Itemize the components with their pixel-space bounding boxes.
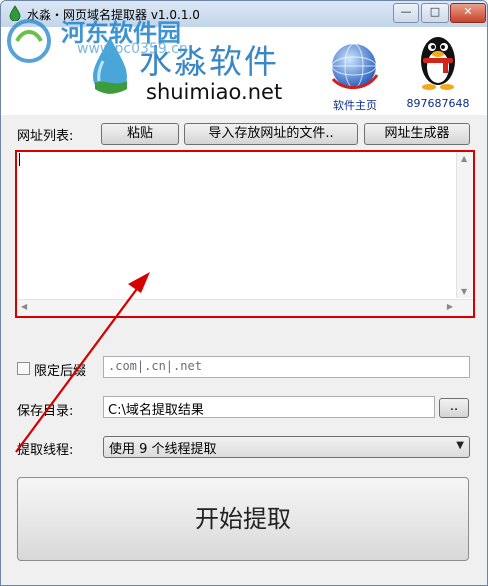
scroll-up-icon[interactable]: ▲ xyxy=(461,154,467,163)
homepage-link[interactable]: 软件主页 xyxy=(319,31,391,113)
app-window: 水淼・网页域名提取器 v1.0.1.0 — □ ✕ 水淼软件 shuimiao.… xyxy=(0,0,488,586)
close-button[interactable]: ✕ xyxy=(450,3,486,23)
scroll-down-icon[interactable]: ▼ xyxy=(461,287,467,296)
chevron-down-icon: ▼ xyxy=(456,440,464,451)
threads-label: 提取线程: xyxy=(17,443,74,458)
suffix-checkbox[interactable] xyxy=(17,362,30,375)
client-area: 水淼软件 shuimiao.net 河东软件园 www.pc0359.cn 软件… xyxy=(1,19,487,585)
browse-button[interactable]: .. xyxy=(439,398,469,418)
qq-penguin-icon xyxy=(421,37,455,90)
close-icon: ✕ xyxy=(463,5,473,18)
maximize-icon: □ xyxy=(429,5,441,18)
start-extract-button[interactable]: 开始提取 xyxy=(17,477,469,561)
homepage-label: 软件主页 xyxy=(333,99,377,112)
url-list-label: 网址列表: xyxy=(17,129,74,144)
qq-number: 897687648 xyxy=(406,97,470,110)
maximize-button[interactable]: □ xyxy=(421,3,449,23)
minimize-icon: — xyxy=(400,5,412,18)
minimize-button[interactable]: — xyxy=(393,3,419,23)
save-dir-label: 保存目录: xyxy=(17,404,74,419)
header-banner: 水淼软件 shuimiao.net 河东软件园 www.pc0359.cn 软件… xyxy=(1,19,487,115)
threads-select[interactable]: 使用 9 个线程提取 ▼ xyxy=(103,436,470,458)
globe-icon xyxy=(331,43,379,89)
watermark-logo-icon xyxy=(7,19,51,63)
scroll-left-icon[interactable]: ◀ xyxy=(21,302,27,311)
suffix-checkbox-label[interactable]: 限定后缀 xyxy=(34,360,86,379)
brand-name-en: shuimiao.net xyxy=(146,80,283,104)
qq-contact-link[interactable]: 897687648 xyxy=(403,29,473,113)
threads-selected-value: 使用 9 个线程提取 xyxy=(109,442,217,457)
url-list-textarea[interactable]: ▲ ▼ ◀ ▶ xyxy=(15,150,475,318)
save-dir-input[interactable]: C:\域名提取结果 xyxy=(103,396,435,418)
suffix-input[interactable]: .com|.cn|.net xyxy=(103,356,470,378)
horizontal-scrollbar[interactable]: ◀ ▶ xyxy=(17,299,473,316)
watermark-url: www.pc0359.cn xyxy=(77,41,188,57)
import-file-button[interactable]: 导入存放网址的文件.. xyxy=(184,123,358,145)
url-generator-button[interactable]: 网址生成器 xyxy=(364,123,470,145)
text-caret xyxy=(19,153,20,166)
paste-button[interactable]: 粘贴 xyxy=(101,123,179,145)
vertical-scrollbar[interactable]: ▲ ▼ xyxy=(456,152,473,298)
scroll-right-icon[interactable]: ▶ xyxy=(447,302,453,311)
